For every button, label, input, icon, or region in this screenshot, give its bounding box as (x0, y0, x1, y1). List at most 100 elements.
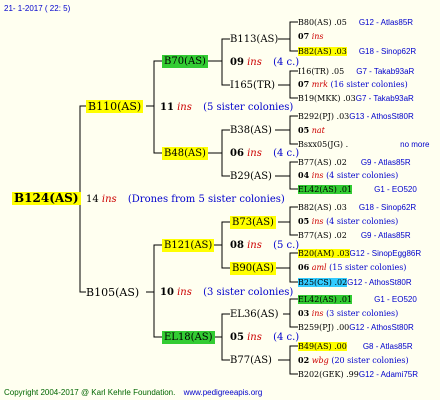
breeding-station: G12 - Adami75R (358, 370, 419, 379)
gen4-queen: B49(AS) .00 G8 - Atlas85R (298, 340, 413, 353)
queen-id: EL42(AS) .01 (298, 295, 353, 304)
mating-type: ins (177, 102, 192, 113)
breeding-station: G1 - EO520 (374, 185, 417, 194)
gen4-queen: EL42(AS) .01 G1 - EO520 (298, 183, 417, 196)
queen-id: B77(AS) .02 (298, 158, 347, 167)
mating-year: 10 (160, 287, 174, 298)
mating-year: 09 (230, 57, 244, 68)
queen-id: B20(AM) .03 (298, 249, 350, 258)
mating-type: ins (311, 171, 324, 180)
mating-year: 07 (298, 31, 310, 41)
gen4-queen: B25(CS) .02G12 - AthosSt80R (298, 276, 412, 289)
queen-id: B80(AS) .05 (298, 18, 347, 27)
queen-id: Bsxx05(JG) . (298, 140, 349, 149)
gen3-queen: B38(AS) (230, 125, 272, 136)
mating-note: (4 c.) (273, 332, 300, 343)
gen2-mating: 08 ins (5 c.) (230, 239, 299, 252)
gen4-queen: B292(PJ) .03G13 - AthosSt80R (298, 110, 414, 123)
mating-note: (4 sister colonies) (326, 171, 399, 180)
mating-type: ins (247, 148, 262, 159)
breeding-station: G18 - Sinop62R (358, 203, 417, 212)
gen2-queen: B121(AS) (162, 239, 215, 252)
mating-type: ins (247, 240, 262, 251)
queen-id: B49(AS) .00 (298, 342, 347, 351)
mating-year: 06 (230, 148, 244, 159)
gen4-queen: B202(GEK) .99G12 - Adami75R (298, 368, 418, 381)
site-link[interactable]: www.pedigreeapis.org (184, 388, 263, 397)
gen4-mating: 03 ins (3 sister colonies) (298, 307, 398, 320)
mating-note: (4 c.) (273, 57, 300, 68)
breeding-station: G18 - Sinop62R (358, 47, 417, 56)
mating-type: ins (101, 194, 117, 205)
mating-type: mrk (311, 80, 328, 89)
mating-note: (Drones from 5 sister colonies) (127, 194, 285, 205)
gen4-mating: 07 ins (298, 30, 324, 43)
mating-type: ins (177, 287, 192, 298)
gen4-queen: B82(AS) .03 G18 - Sinop62R (298, 201, 416, 214)
queen-id: B19(MKK) .03 (298, 94, 356, 103)
gen2-queen: B70(AS) (162, 55, 208, 68)
gen3-queen: B113(AS) (230, 34, 279, 45)
gen4-mating: 02 wbg (20 sister colonies) (298, 354, 409, 367)
breeding-station: G12 - Atlas85R (358, 18, 414, 27)
timestamp: 21- 1-2017 ( 22: 5) (4, 4, 71, 13)
root-mating: 14 ins (Drones from 5 sister colonies) (86, 193, 285, 206)
gen4-queen: EL42(AS) .01 G1 - EO520 (298, 293, 417, 306)
gen4-mating: 05 nat (298, 124, 325, 137)
mating-year: 05 (298, 125, 310, 135)
gen4-queen: B259(PJ) .00G12 - AthosSt80R (298, 321, 414, 334)
gen2-queen: EL18(AS) (162, 331, 215, 344)
queen-id: B25(CS) .02 (298, 278, 348, 287)
mating-note: (5 sister colonies) (203, 102, 294, 113)
mating-year: 08 (230, 240, 244, 251)
mating-type: ins (311, 32, 324, 41)
copyright: Copyright 2004-2017 @ Karl Kehrle Founda… (4, 388, 176, 397)
breeding-station: G7 - Takab93aR (355, 94, 414, 103)
mating-year: 07 (298, 79, 310, 89)
gen4-queen: I16(TR) .05 G7 - Takab93aR (298, 65, 414, 78)
gen1-mating: 11 ins (5 sister colonies) (160, 101, 293, 114)
gen1-queen: B110(AS) (86, 100, 144, 113)
mating-type: ins (311, 217, 324, 226)
gen4-queen: B20(AM) .03G12 - SinopEgg86R (298, 247, 421, 260)
mating-year: 05 (230, 332, 244, 343)
mating-note: (3 sister colonies) (203, 287, 294, 298)
mating-type: aml (311, 263, 327, 272)
breeding-station: G12 - AthosSt80R (347, 278, 412, 287)
footer: Copyright 2004-2017 @ Karl Kehrle Founda… (4, 386, 262, 399)
breeding-station: G12 - AthosSt80R (349, 323, 414, 332)
gen4-mating: 06 aml (15 sister colonies) (298, 261, 406, 274)
gen4-mating: 04 ins (4 sister colonies) (298, 169, 398, 182)
root-queen: B124(AS) (12, 191, 81, 205)
gen4-queen: B82(AS) .03 G18 - Sinop62R (298, 45, 416, 58)
breeding-station: G13 - AthosSt80R (349, 112, 414, 121)
queen-id: B82(AS) .03 (298, 47, 347, 56)
mating-type: wbg (311, 356, 329, 365)
queen-id: B292(PJ) .03 (298, 112, 350, 121)
queen-id: EL42(AS) .01 (298, 185, 353, 194)
breeding-station: G9 - Atlas85R (360, 231, 411, 240)
breeding-station: G1 - EO520 (374, 295, 417, 304)
gen4-mating: 07 mrk (16 sister colonies) (298, 78, 408, 91)
gen3-queen: B73(AS) (230, 216, 276, 229)
breeding-station: no more (400, 140, 430, 149)
mating-type: ins (247, 332, 262, 343)
mating-year: 05 (298, 216, 310, 226)
mating-note: (4 c.) (273, 148, 300, 159)
breeding-station: G12 - SinopEgg86R (349, 249, 422, 258)
queen-id: B77(AS) .02 (298, 231, 347, 240)
gen3-queen: EL36(AS) (230, 309, 279, 320)
queen-id: B202(GEK) .99 (298, 370, 359, 379)
gen3-queen: I165(TR) (230, 80, 276, 91)
mating-year: 14 (86, 194, 99, 205)
queen-id: B82(AS) .03 (298, 203, 347, 212)
mating-note: (16 sister colonies) (330, 80, 408, 89)
mating-note: (4 sister colonies) (326, 217, 399, 226)
gen3-queen: B90(AS) (230, 262, 276, 275)
gen1-queen: B105(AS) (86, 286, 140, 299)
gen2-mating: 06 ins (4 c.) (230, 147, 299, 160)
breeding-station: G7 - Takab93aR (356, 67, 415, 76)
mating-year: 06 (298, 262, 310, 272)
mating-year: 03 (298, 308, 310, 318)
mating-year: 02 (298, 355, 310, 365)
